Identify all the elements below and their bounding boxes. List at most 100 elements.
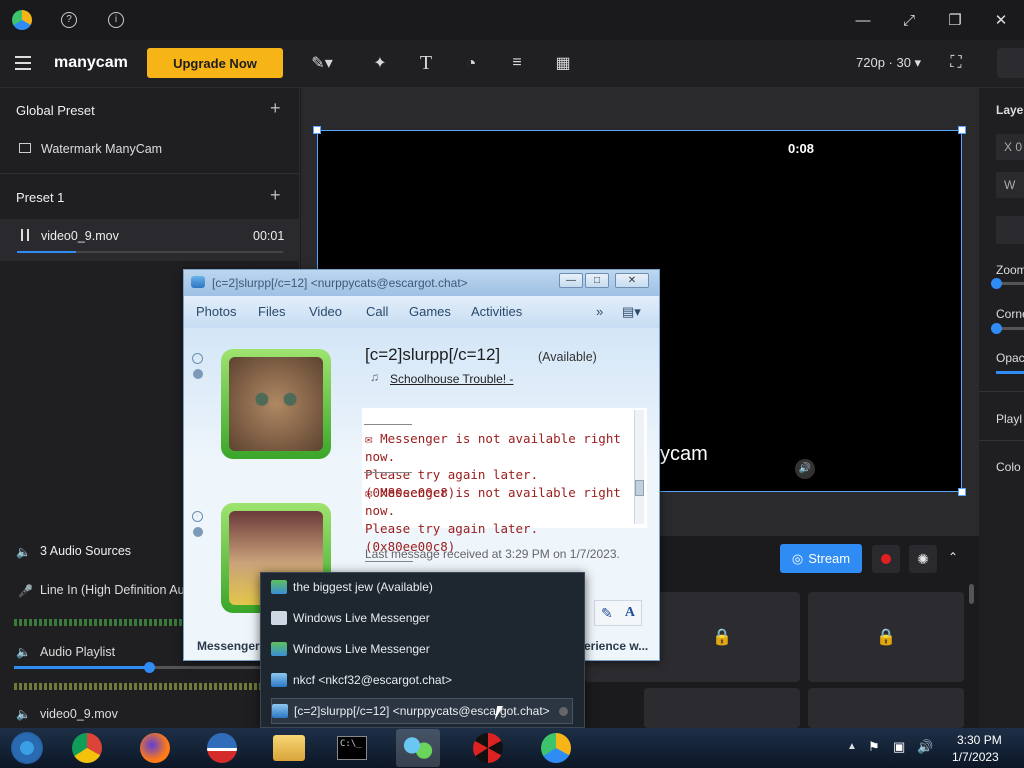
magic-wand-icon[interactable]: ✦ [366, 49, 394, 77]
lock-icon: 🔒 [876, 629, 896, 646]
contact-name: [c=2]slurpp[/c=12] [365, 345, 501, 364]
highlight-icon[interactable]: ✎ [601, 605, 613, 622]
audio-playlist-slider[interactable] [14, 666, 260, 669]
messenger-close-button[interactable]: ✕ [615, 273, 649, 288]
scrollbar[interactable] [969, 584, 974, 604]
webcam-icon[interactable] [193, 527, 203, 537]
explorer-icon[interactable] [267, 729, 311, 767]
help-icon[interactable]: ? [61, 12, 77, 28]
webcam-icon[interactable] [193, 369, 203, 379]
corner-slider[interactable] [991, 323, 1024, 334]
contact-avatar[interactable] [221, 349, 331, 459]
lower-thirds-icon[interactable]: ≡ [503, 49, 531, 77]
start-button[interactable] [5, 729, 49, 767]
firefox-icon[interactable] [133, 729, 177, 767]
flag-icon[interactable]: ⚑ [868, 739, 880, 755]
font-icon[interactable]: A [625, 605, 635, 621]
snapshot-icon[interactable]: ✺ [909, 545, 937, 573]
messenger-maximize-button[interactable]: □ [585, 273, 609, 288]
menu-call[interactable]: Call [366, 304, 388, 319]
scene-tile[interactable] [808, 688, 964, 728]
zoom-slider[interactable] [991, 278, 1024, 289]
menu-photos[interactable]: Photos [196, 304, 236, 319]
window-list-item[interactable]: the biggest jew (Available) [271, 574, 573, 600]
resize-handle[interactable] [958, 126, 966, 134]
info-icon[interactable]: i [108, 12, 124, 28]
messenger-title-bar[interactable]: [c=2]slurpp[/c=12] <nurppycats@escargot.… [184, 270, 659, 296]
watermark-text: ycam [660, 443, 708, 465]
more-chevron-icon[interactable]: » [596, 304, 603, 319]
stream-button[interactable]: ◎ Stream [780, 544, 862, 573]
obama-logo-icon[interactable] [200, 729, 244, 767]
messenger-minimize-button[interactable]: — [559, 273, 583, 288]
fullscreen-icon[interactable]: ⛶ [942, 49, 970, 77]
resize-handle[interactable] [313, 126, 321, 134]
upgrade-button[interactable]: Upgrade Now [147, 48, 283, 78]
window-list-item-active[interactable]: [c=2]slurpp[/c=12] <nurppycats@escargot.… [271, 698, 573, 724]
right-panel: Laye X 0 W Zoom Corne Opac Playl Colo [979, 88, 1024, 728]
minimize-button[interactable]: — [840, 0, 886, 40]
layer-button[interactable] [996, 216, 1024, 244]
chrome-icon[interactable] [65, 729, 109, 767]
slider-knob[interactable] [144, 662, 155, 673]
w-field[interactable]: W [996, 172, 1024, 198]
chat-history: ✉ Messenger is not available right now. P… [362, 408, 647, 554]
layers-title: Laye [996, 103, 1024, 117]
radiation-icon[interactable] [466, 729, 510, 767]
window-list-item[interactable]: Windows Live Messenger [271, 636, 573, 662]
menu-activities[interactable]: Activities [471, 304, 522, 319]
menu-video[interactable]: Video [309, 304, 342, 319]
close-button[interactable]: ✕ [978, 0, 1024, 40]
manycam-taskbar-icon[interactable] [534, 729, 578, 767]
add-preset1-button[interactable]: + [270, 185, 281, 206]
audio-sources-title: 3 Audio Sources [40, 544, 132, 558]
scene-tile-locked[interactable]: 🔒 [644, 592, 800, 682]
divider [979, 391, 1024, 392]
playlist-label[interactable]: Playl [996, 412, 1022, 426]
close-dot-icon[interactable] [559, 706, 568, 716]
menu-icon[interactable] [15, 56, 31, 70]
pause-icon[interactable] [21, 229, 29, 241]
preset1-title: Preset 1 [16, 190, 65, 205]
options-menu-icon[interactable]: ▤▾ [622, 304, 641, 320]
maximize-button[interactable]: ❐ [932, 0, 978, 40]
x-field[interactable]: X 0 [996, 134, 1024, 160]
expand-icon[interactable]: ▾ [192, 353, 203, 364]
mute-icon[interactable]: 🔊 [795, 459, 815, 479]
window-list-item[interactable]: Windows Live Messenger [271, 605, 573, 631]
add-global-preset-button[interactable]: + [270, 98, 281, 119]
clock-date[interactable]: 1/7/2023 [952, 750, 999, 764]
color-label[interactable]: Colo [996, 460, 1021, 474]
now-playing-song[interactable]: Schoolhouse Trouble! - [390, 372, 513, 386]
resize-handle[interactable] [958, 488, 966, 496]
right-toolbar-button[interactable] [997, 48, 1024, 78]
compact-view-button[interactable]: ⤢ [886, 0, 932, 40]
tray-expand-icon[interactable]: ▲ [847, 741, 857, 752]
playlist-row[interactable]: video0_9.mov 00:01 [0, 219, 300, 261]
stream-icon: ◎ [791, 550, 804, 566]
messenger-taskbar-icon[interactable] [396, 729, 440, 767]
clock-time[interactable]: 3:30 PM [957, 733, 1002, 747]
volume-tray-icon[interactable]: 🔊 [917, 739, 933, 755]
scene-tile[interactable] [644, 688, 800, 728]
collapse-chevron-icon[interactable]: ⌃ [948, 550, 958, 564]
terminal-icon[interactable]: C:\_ [330, 729, 374, 767]
scene-tile-locked[interactable]: 🔒 [808, 592, 964, 682]
expand-icon[interactable]: ▾ [192, 511, 203, 522]
chroma-key-icon[interactable]: ▦ [549, 49, 577, 77]
timer-icon[interactable]: ◔ [457, 49, 485, 77]
opacity-slider[interactable] [996, 371, 1024, 374]
opacity-label: Opac [996, 351, 1024, 365]
menu-games[interactable]: Games [409, 304, 451, 319]
chat-scrollbar[interactable] [634, 410, 644, 524]
menu-files[interactable]: Files [258, 304, 285, 319]
pen-icon[interactable]: ✎▾ [308, 49, 336, 77]
record-button[interactable] [872, 545, 900, 573]
zoom-label: Zoom [996, 263, 1024, 277]
text-icon[interactable]: T [412, 49, 440, 77]
resolution-dropdown[interactable]: 720p · 30 ▾ [856, 55, 921, 71]
window-list-item[interactable]: nkcf <nkcf32@escargot.chat> [271, 667, 573, 693]
network-icon[interactable]: ▣ [893, 739, 905, 755]
watermark-item[interactable]: Watermark ManyCam [41, 142, 162, 156]
volume-icon: 🔈 [16, 707, 31, 721]
